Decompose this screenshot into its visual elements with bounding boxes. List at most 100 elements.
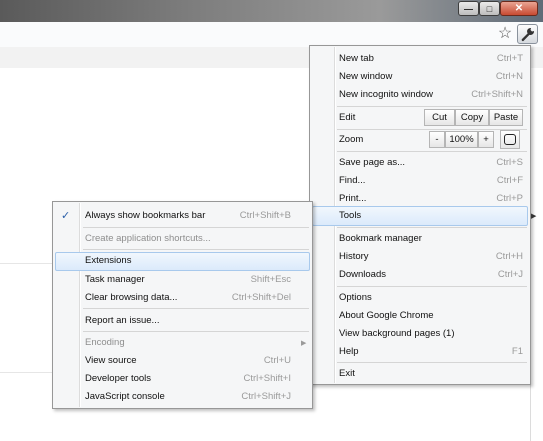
menu-separator bbox=[337, 286, 527, 287]
menu-item-encoding[interactable]: Encoding bbox=[85, 334, 291, 351]
menu-item-new-window[interactable]: New window Ctrl+N bbox=[339, 68, 523, 85]
zoom-out-button[interactable]: - bbox=[429, 131, 445, 148]
submenu-arrow-icon: ▶ bbox=[531, 213, 537, 220]
menu-item-label: New incognito window bbox=[339, 89, 433, 100]
menu-item-shortcut: Ctrl+T bbox=[496, 53, 523, 64]
menu-separator bbox=[83, 249, 309, 250]
menu-item-label: New window bbox=[339, 71, 393, 82]
menu-gutter bbox=[80, 203, 81, 407]
menu-separator bbox=[83, 331, 309, 332]
menu-item-shortcut: Ctrl+P bbox=[496, 193, 523, 204]
menu-item-shortcut: F1 bbox=[511, 346, 523, 357]
menu-item-tools[interactable]: Tools bbox=[339, 207, 523, 224]
menu-item-exit[interactable]: Exit bbox=[339, 365, 523, 382]
menu-item-shortcut: Ctrl+F bbox=[496, 175, 523, 186]
menu-item-label: View background pages (1) bbox=[339, 328, 455, 339]
menu-item-report-an-issue[interactable]: Report an issue... bbox=[85, 312, 291, 329]
menu-item-label: JavaScript console bbox=[85, 391, 165, 402]
menu-item-shortcut: Shift+Esc bbox=[250, 274, 291, 285]
menu-item-label: Extensions bbox=[85, 255, 132, 266]
menu-item-task-manager[interactable]: Task manager Shift+Esc bbox=[85, 271, 291, 288]
wrench-menu-button[interactable] bbox=[517, 24, 538, 44]
menu-item-always-show-bookmarks-bar[interactable]: Always show bookmarks bar Ctrl+Shift+B bbox=[85, 207, 291, 224]
menu-item-extensions[interactable]: Extensions bbox=[85, 252, 291, 269]
menu-item-label: Encoding bbox=[85, 337, 125, 348]
copy-button[interactable]: Copy bbox=[455, 109, 489, 126]
menu-item-shortcut: Ctrl+N bbox=[495, 71, 523, 82]
menu-item-shortcut: Ctrl+Shift+B bbox=[239, 210, 291, 221]
menu-separator bbox=[337, 227, 527, 228]
menu-item-new-tab[interactable]: New tab Ctrl+T bbox=[339, 50, 523, 67]
zoom-in-button[interactable]: + bbox=[478, 131, 494, 148]
fullscreen-button[interactable] bbox=[500, 130, 520, 149]
menu-separator bbox=[337, 151, 527, 152]
menu-separator bbox=[337, 106, 527, 107]
menu-item-label: View source bbox=[85, 355, 137, 366]
menu-item-label: Save page as... bbox=[339, 157, 406, 168]
window-title-bar: — □ ✕ bbox=[0, 0, 543, 22]
menu-item-label: Zoom bbox=[339, 134, 364, 145]
menu-item-find[interactable]: Find... Ctrl+F bbox=[339, 172, 523, 189]
menu-item-label: New tab bbox=[339, 53, 374, 64]
menu-item-save-page[interactable]: Save page as... Ctrl+S bbox=[339, 154, 523, 171]
cut-button[interactable]: Cut bbox=[424, 109, 455, 126]
menu-item-print[interactable]: Print... Ctrl+P bbox=[339, 190, 523, 207]
maximize-icon: □ bbox=[486, 3, 493, 14]
menu-item-background-pages[interactable]: View background pages (1) bbox=[339, 325, 523, 342]
menu-item-developer-tools[interactable]: Developer tools Ctrl+Shift+I bbox=[85, 370, 291, 387]
menu-item-label: Task manager bbox=[85, 274, 145, 285]
menu-item-label: Options bbox=[339, 292, 372, 303]
menu-item-clear-browsing-data[interactable]: Clear browsing data... Ctrl+Shift+Del bbox=[85, 289, 291, 306]
menu-item-label: Help bbox=[339, 346, 359, 357]
menu-separator bbox=[337, 362, 527, 363]
menu-item-options[interactable]: Options bbox=[339, 289, 523, 306]
menu-item-javascript-console[interactable]: JavaScript console Ctrl+Shift+J bbox=[85, 388, 291, 405]
menu-item-create-application-shortcuts[interactable]: Create application shortcuts... bbox=[85, 230, 291, 247]
menu-item-label: Create application shortcuts... bbox=[85, 233, 211, 244]
menu-item-label: Tools bbox=[339, 210, 362, 221]
menu-item-label: Developer tools bbox=[85, 373, 152, 384]
wrench-icon bbox=[521, 27, 535, 42]
menu-separator bbox=[83, 227, 309, 228]
menu-item-downloads[interactable]: Downloads Ctrl+J bbox=[339, 266, 523, 283]
menu-item-shortcut: Ctrl+J bbox=[497, 269, 523, 280]
menu-item-label: Print... bbox=[339, 193, 367, 204]
menu-item-about[interactable]: About Google Chrome bbox=[339, 307, 523, 324]
wrench-menu: New tab Ctrl+T New window Ctrl+N New inc… bbox=[309, 45, 536, 385]
divider bbox=[0, 372, 52, 373]
menu-item-label: Edit bbox=[339, 112, 356, 123]
menu-item-label: Downloads bbox=[339, 269, 386, 280]
menu-item-shortcut: Ctrl+U bbox=[263, 355, 291, 366]
menu-item-shortcut: Ctrl+Shift+I bbox=[243, 373, 291, 384]
menu-separator bbox=[83, 308, 309, 309]
paste-button[interactable]: Paste bbox=[489, 109, 523, 126]
minimize-icon: — bbox=[464, 3, 473, 14]
minimize-button[interactable]: — bbox=[458, 1, 479, 16]
tools-submenu: ✓ Always show bookmarks bar Ctrl+Shift+B… bbox=[52, 201, 313, 409]
menu-item-new-incognito-window[interactable]: New incognito window Ctrl+Shift+N bbox=[339, 86, 523, 103]
menu-item-label: Report an issue... bbox=[85, 315, 160, 326]
menu-item-history[interactable]: History Ctrl+H bbox=[339, 248, 523, 265]
menu-item-view-source[interactable]: View source Ctrl+U bbox=[85, 352, 291, 369]
menu-item-bookmark-manager[interactable]: Bookmark manager bbox=[339, 230, 523, 247]
bookmark-star-icon[interactable]: ☆ bbox=[495, 24, 515, 44]
menu-item-shortcut: Ctrl+Shift+Del bbox=[231, 292, 291, 303]
fullscreen-icon bbox=[504, 134, 516, 145]
menu-separator bbox=[337, 129, 527, 130]
close-icon: ✕ bbox=[514, 3, 524, 14]
close-button[interactable]: ✕ bbox=[500, 1, 538, 16]
submenu-arrow-icon: ▶ bbox=[301, 340, 307, 347]
menu-item-help[interactable]: Help F1 bbox=[339, 343, 523, 360]
menu-item-shortcut: Ctrl+S bbox=[496, 157, 523, 168]
menu-item-label: Clear browsing data... bbox=[85, 292, 178, 303]
divider bbox=[0, 263, 52, 264]
menu-item-shortcut: Ctrl+Shift+N bbox=[471, 89, 523, 100]
menu-item-label: About Google Chrome bbox=[339, 310, 434, 321]
checkmark-icon: ✓ bbox=[61, 210, 71, 222]
maximize-button[interactable]: □ bbox=[479, 1, 500, 16]
menu-item-label: Always show bookmarks bar bbox=[85, 210, 206, 221]
zoom-level: 100% bbox=[445, 131, 478, 148]
menu-item-label: Exit bbox=[339, 368, 355, 379]
menu-item-shortcut: Ctrl+Shift+J bbox=[241, 391, 291, 402]
menu-item-label: Bookmark manager bbox=[339, 233, 422, 244]
